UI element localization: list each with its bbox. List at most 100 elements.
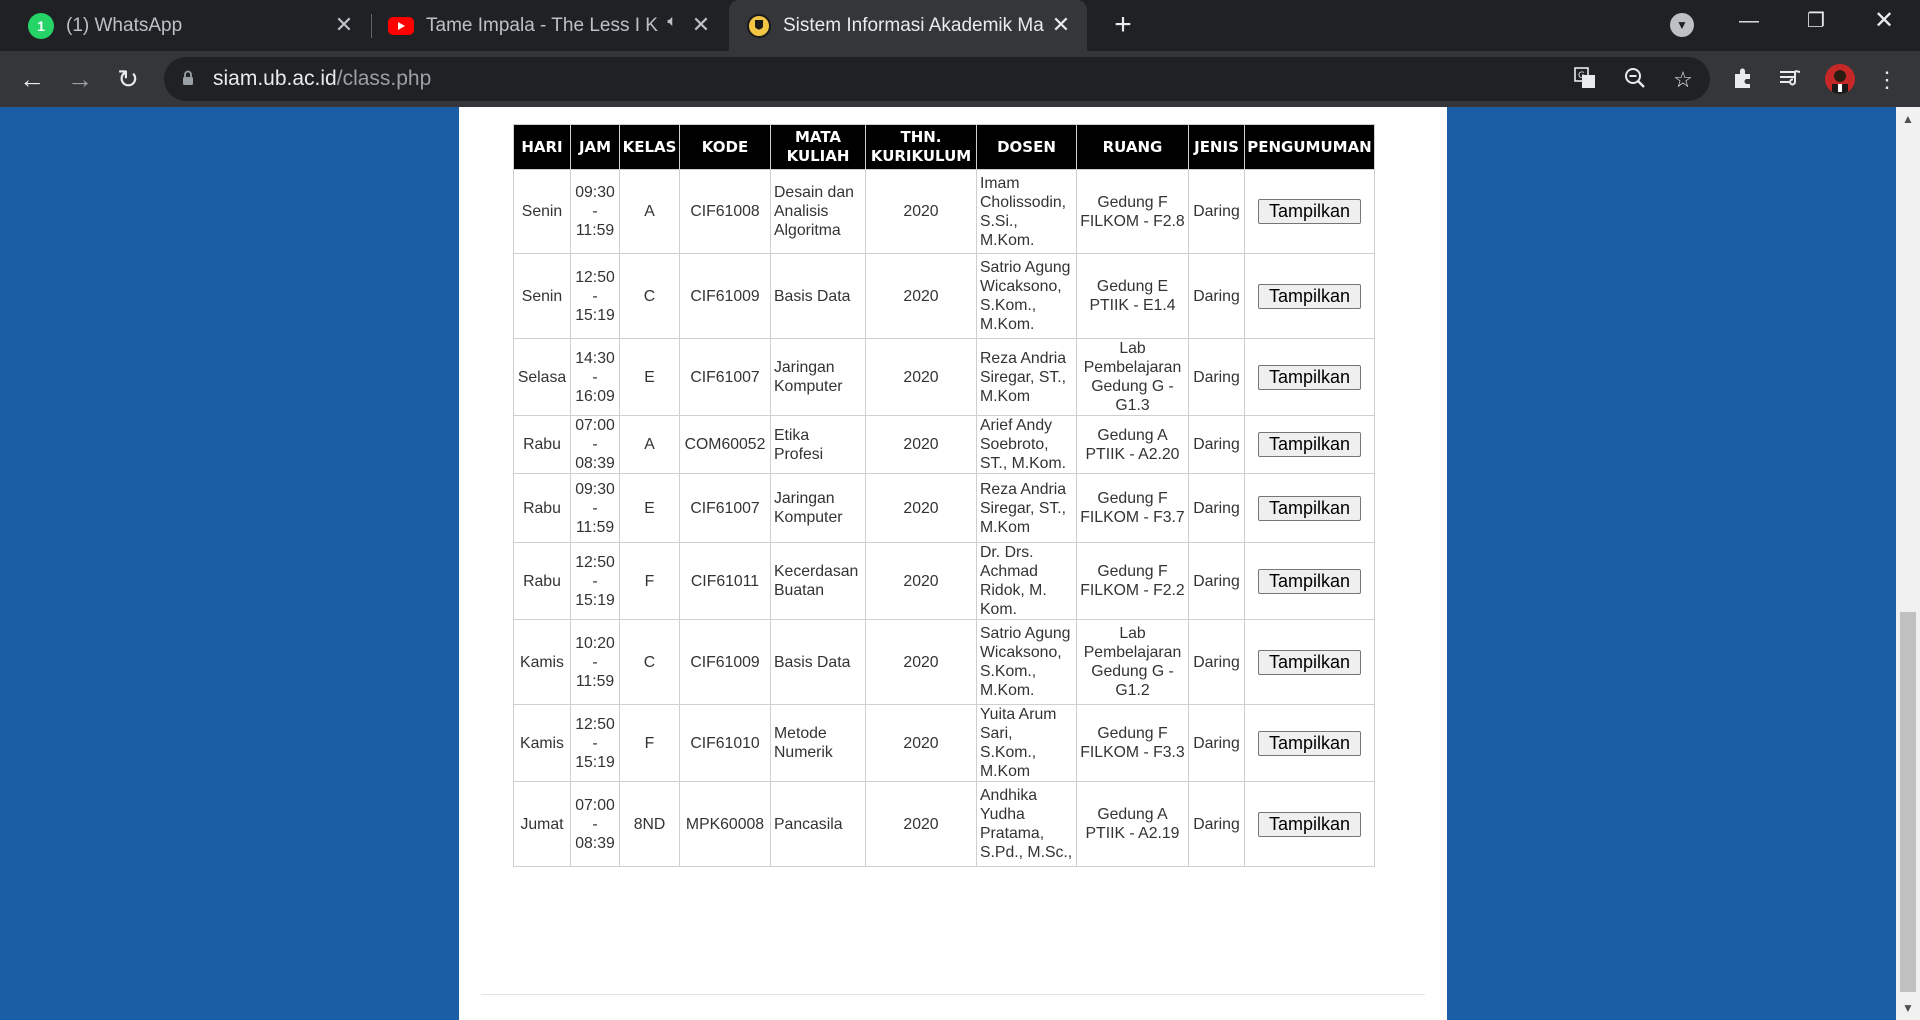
jam-start: 12:50 (575, 268, 615, 286)
url-path: /class.php (336, 67, 432, 90)
cell-jam: 12:50-15:19 (570, 704, 620, 782)
scroll-up-arrow-icon[interactable]: ▲ (1896, 107, 1920, 131)
close-window-icon[interactable]: ✕ (1856, 0, 1912, 42)
cell-jam: 12:50-15:19 (570, 542, 620, 620)
cell-mata-kuliah: Etika Profesi (770, 415, 866, 474)
browser-toolbar: ← → ↻ siam.ub.ac.id/class.php G ☆ ⋮ (0, 51, 1920, 107)
scrollbar-thumb[interactable] (1900, 612, 1916, 992)
cell-dosen: Reza Andria Siregar, ST., M.Kom (976, 473, 1077, 543)
bookmark-star-icon[interactable]: ☆ (1670, 67, 1696, 93)
back-icon[interactable]: ← (16, 63, 48, 95)
table-row: Rabu 09:30-11:59 E CIF61007 Jaringan Kompute… (513, 473, 1375, 543)
cell-jenis: Daring (1188, 338, 1245, 416)
profile-avatar[interactable] (1825, 64, 1855, 94)
tampilkan-button[interactable]: Tampilkan (1257, 495, 1362, 521)
cell-thn-kurikulum: 2020 (865, 169, 977, 254)
cell-dosen: Dr. Drs. Achmad Ridok, M. Kom. (976, 542, 1077, 620)
translate-icon[interactable]: G (1572, 67, 1598, 93)
jam-separator: - (592, 368, 598, 386)
forward-icon[interactable]: → (64, 63, 96, 95)
new-tab-button[interactable]: + (1108, 10, 1138, 40)
tampilkan-button[interactable]: Tampilkan (1257, 364, 1362, 390)
address-bar[interactable]: siam.ub.ac.id/class.php G ☆ (164, 57, 1710, 101)
jam-start: 14:30 (575, 349, 615, 367)
extensions-icon[interactable] (1729, 66, 1757, 94)
cell-ruang: Gedung F FILKOM - F2.2 (1076, 542, 1189, 620)
page-viewport: HARI JAM KELAS KODE MATA KULIAH THN. KURIK… (0, 107, 1896, 1020)
cell-hari: Rabu (513, 542, 571, 620)
cell-pengumuman: Tampilkan (1244, 415, 1375, 474)
tampilkan-button[interactable]: Tampilkan (1257, 432, 1362, 457)
tampilkan-button[interactable]: Tampilkan (1257, 199, 1362, 224)
tab-title: Sistem Informasi Akademik Mahasiswa (783, 14, 1045, 36)
cell-jam: 14:30-16:09 (570, 338, 620, 416)
table-row: Senin 09:30 - 11:59 A CIF61008 Desain dan Anal… (513, 169, 1375, 254)
cell-ruang: Lab Pembelajaran Gedung G - G1.3 (1076, 338, 1189, 416)
jam-separator: - (592, 653, 598, 671)
jam-separator: - (592, 815, 598, 833)
cell-dosen: Imam Cholissodin, S.Si., M.Kom. (976, 169, 1077, 254)
menu-kebab-icon[interactable]: ⋮ (1873, 66, 1901, 94)
cell-jam: 09:30 - 11:59 (570, 169, 620, 254)
tampilkan-button[interactable]: Tampilkan (1257, 568, 1362, 594)
scroll-down-arrow-icon[interactable]: ▼ (1896, 996, 1920, 1020)
cell-mata-kuliah: Basis Data (770, 253, 866, 339)
minimize-icon[interactable]: — (1721, 0, 1777, 42)
tampilkan-button[interactable]: Tampilkan (1257, 283, 1362, 309)
cell-jenis: Daring (1188, 542, 1245, 620)
jam-start: 07:00 (575, 796, 615, 814)
header-jenis: JENIS (1188, 124, 1245, 170)
cell-thn-kurikulum: 2020 (865, 704, 977, 782)
cell-thn-kurikulum: 2020 (865, 542, 977, 620)
media-control-icon[interactable] (1776, 66, 1804, 94)
close-tab-icon[interactable]: ✕ (689, 13, 713, 37)
tampilkan-button[interactable]: Tampilkan (1257, 649, 1362, 675)
tampilkan-button[interactable]: Tampilkan (1257, 730, 1362, 756)
cell-thn-kurikulum: 2020 (865, 253, 977, 339)
header-mata-kuliah-line2: KULIAH (786, 147, 850, 165)
url-text[interactable]: siam.ub.ac.id/class.php (213, 67, 431, 91)
cell-jenis: Daring (1188, 704, 1245, 782)
cell-kelas: E (619, 338, 680, 416)
cell-dosen: Yuita Arum Sari, S.Kom., M.Kom (976, 704, 1077, 782)
cell-kelas: C (619, 253, 680, 339)
cell-pengumuman: Tampilkan (1244, 169, 1375, 254)
jam-separator: - (592, 499, 598, 517)
ub-logo-icon (747, 13, 771, 38)
jam-separator: - (592, 203, 598, 220)
speaker-icon[interactable]: 🔈︎ (667, 13, 677, 31)
table-row: Senin 12:50-15:19 C CIF61009 Basis Data 2020 S… (513, 253, 1375, 339)
tab-youtube[interactable]: Tame Impala - The Less I Know The Better… (372, 0, 727, 51)
header-mata-kuliah-line1: MATA (794, 128, 842, 146)
tab-siam[interactable]: Sistem Informasi Akademik Mahasiswa ✕ (729, 0, 1087, 51)
cell-kelas: A (619, 415, 680, 474)
jam-separator: - (592, 287, 598, 305)
whatsapp-icon: 1 (28, 12, 54, 39)
page-scrollbar[interactable]: ▲ ▼ (1896, 107, 1920, 1020)
lock-icon[interactable] (182, 70, 194, 86)
cell-thn-kurikulum: 2020 (865, 338, 977, 416)
zoom-icon[interactable] (1622, 67, 1648, 93)
cell-pengumuman: Tampilkan (1244, 253, 1375, 339)
cell-ruang: Gedung A PTIIK - A2.19 (1076, 781, 1189, 867)
tab-search-icon[interactable]: ▼ (1670, 13, 1694, 37)
close-tab-icon[interactable]: ✕ (1049, 13, 1073, 37)
content-panel: HARI JAM KELAS KODE MATA KULIAH THN. KURIK… (459, 107, 1447, 1020)
cell-thn-kurikulum: 2020 (865, 415, 977, 474)
tampilkan-button[interactable]: Tampilkan (1257, 811, 1362, 837)
cell-kelas: F (619, 542, 680, 620)
header-ruang: RUANG (1076, 124, 1189, 170)
restore-icon[interactable]: ❐ (1788, 0, 1844, 42)
close-tab-icon[interactable]: ✕ (332, 13, 356, 37)
cell-jenis: Daring (1188, 473, 1245, 543)
reload-icon[interactable]: ↻ (112, 63, 144, 95)
cell-kelas: A (619, 169, 680, 254)
jam-separator: - (592, 734, 598, 752)
jam-end: 11:59 (575, 672, 615, 690)
jam-end: 11:59 (575, 222, 615, 239)
cell-kode: CIF61009 (679, 619, 771, 705)
jam-end: 15:19 (575, 591, 615, 609)
jam-end: 08:39 (575, 834, 615, 852)
tab-whatsapp[interactable]: 1 (1) WhatsApp ✕ (0, 0, 370, 51)
cell-jenis: Daring (1188, 619, 1245, 705)
